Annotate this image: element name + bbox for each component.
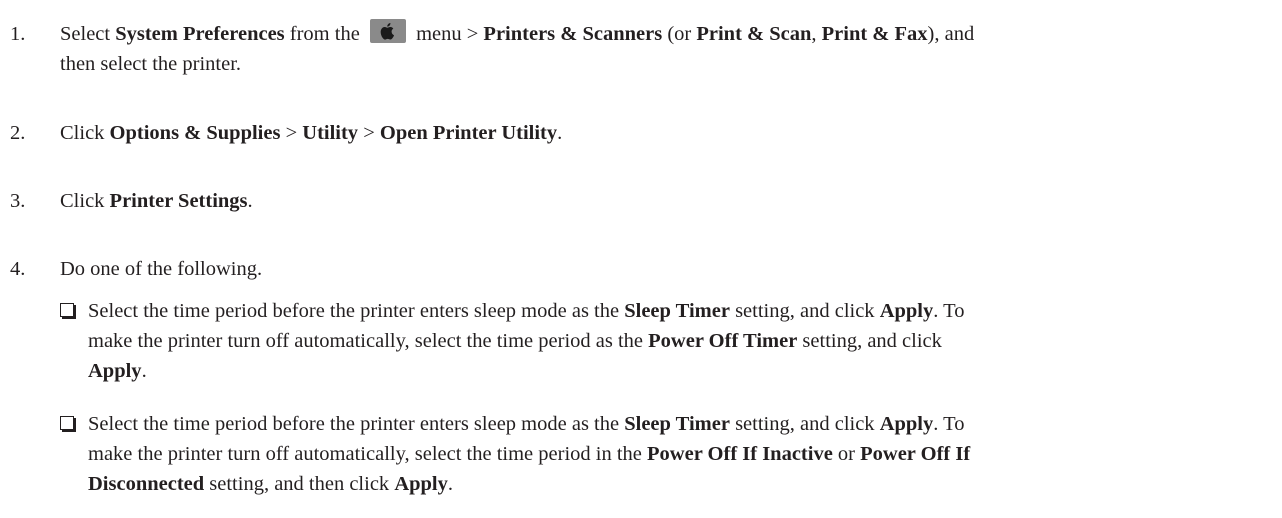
step-number: 4.: [10, 258, 26, 280]
step-text: Do one of the following.: [60, 258, 263, 280]
apple-menu-icon: [369, 19, 406, 43]
step-text: Select System Preferences from the menu …: [60, 19, 1274, 79]
step-number: 2.: [10, 122, 26, 144]
step-text: Click Printer Settings.: [60, 190, 253, 212]
options-supplies-term: Options & Supplies: [109, 122, 281, 144]
power-off-if-inactive-term: Power Off If Inactive: [647, 443, 833, 465]
sleep-timer-term: Sleep Timer: [624, 300, 730, 322]
print-fax-term: Print & Fax: [821, 23, 928, 45]
printers-scanners-term: Printers & Scanners: [483, 23, 663, 45]
power-off-timer-term: Power Off Timer: [648, 330, 798, 352]
print-scan-term: Print & Scan: [696, 23, 812, 45]
step-number: 3.: [10, 190, 26, 212]
disconnected-term: Disconnected: [88, 473, 205, 495]
power-off-if-term: Power Off If: [860, 443, 971, 465]
open-printer-utility-term: Open Printer Utility: [379, 122, 558, 144]
step-text: Click Options & Supplies > Utility > Ope…: [60, 122, 563, 144]
printer-settings-term: Printer Settings: [109, 190, 248, 212]
sleep-timer-term: Sleep Timer: [624, 413, 730, 435]
checkbox-bullet-icon: [60, 303, 74, 317]
bullet-text: Select the time period before the printe…: [88, 413, 971, 495]
apply-term: Apply: [879, 300, 934, 322]
apply-term: Apply: [879, 413, 934, 435]
step-number: 1.: [10, 23, 26, 45]
utility-term: Utility: [302, 122, 359, 144]
checkbox-bullet-icon: [60, 416, 74, 430]
system-preferences-term: System Preferences: [115, 23, 285, 45]
apply-term: Apply: [394, 473, 448, 495]
bullet-text: Select the time period before the printe…: [88, 300, 965, 382]
apply-term: Apply: [88, 360, 142, 382]
